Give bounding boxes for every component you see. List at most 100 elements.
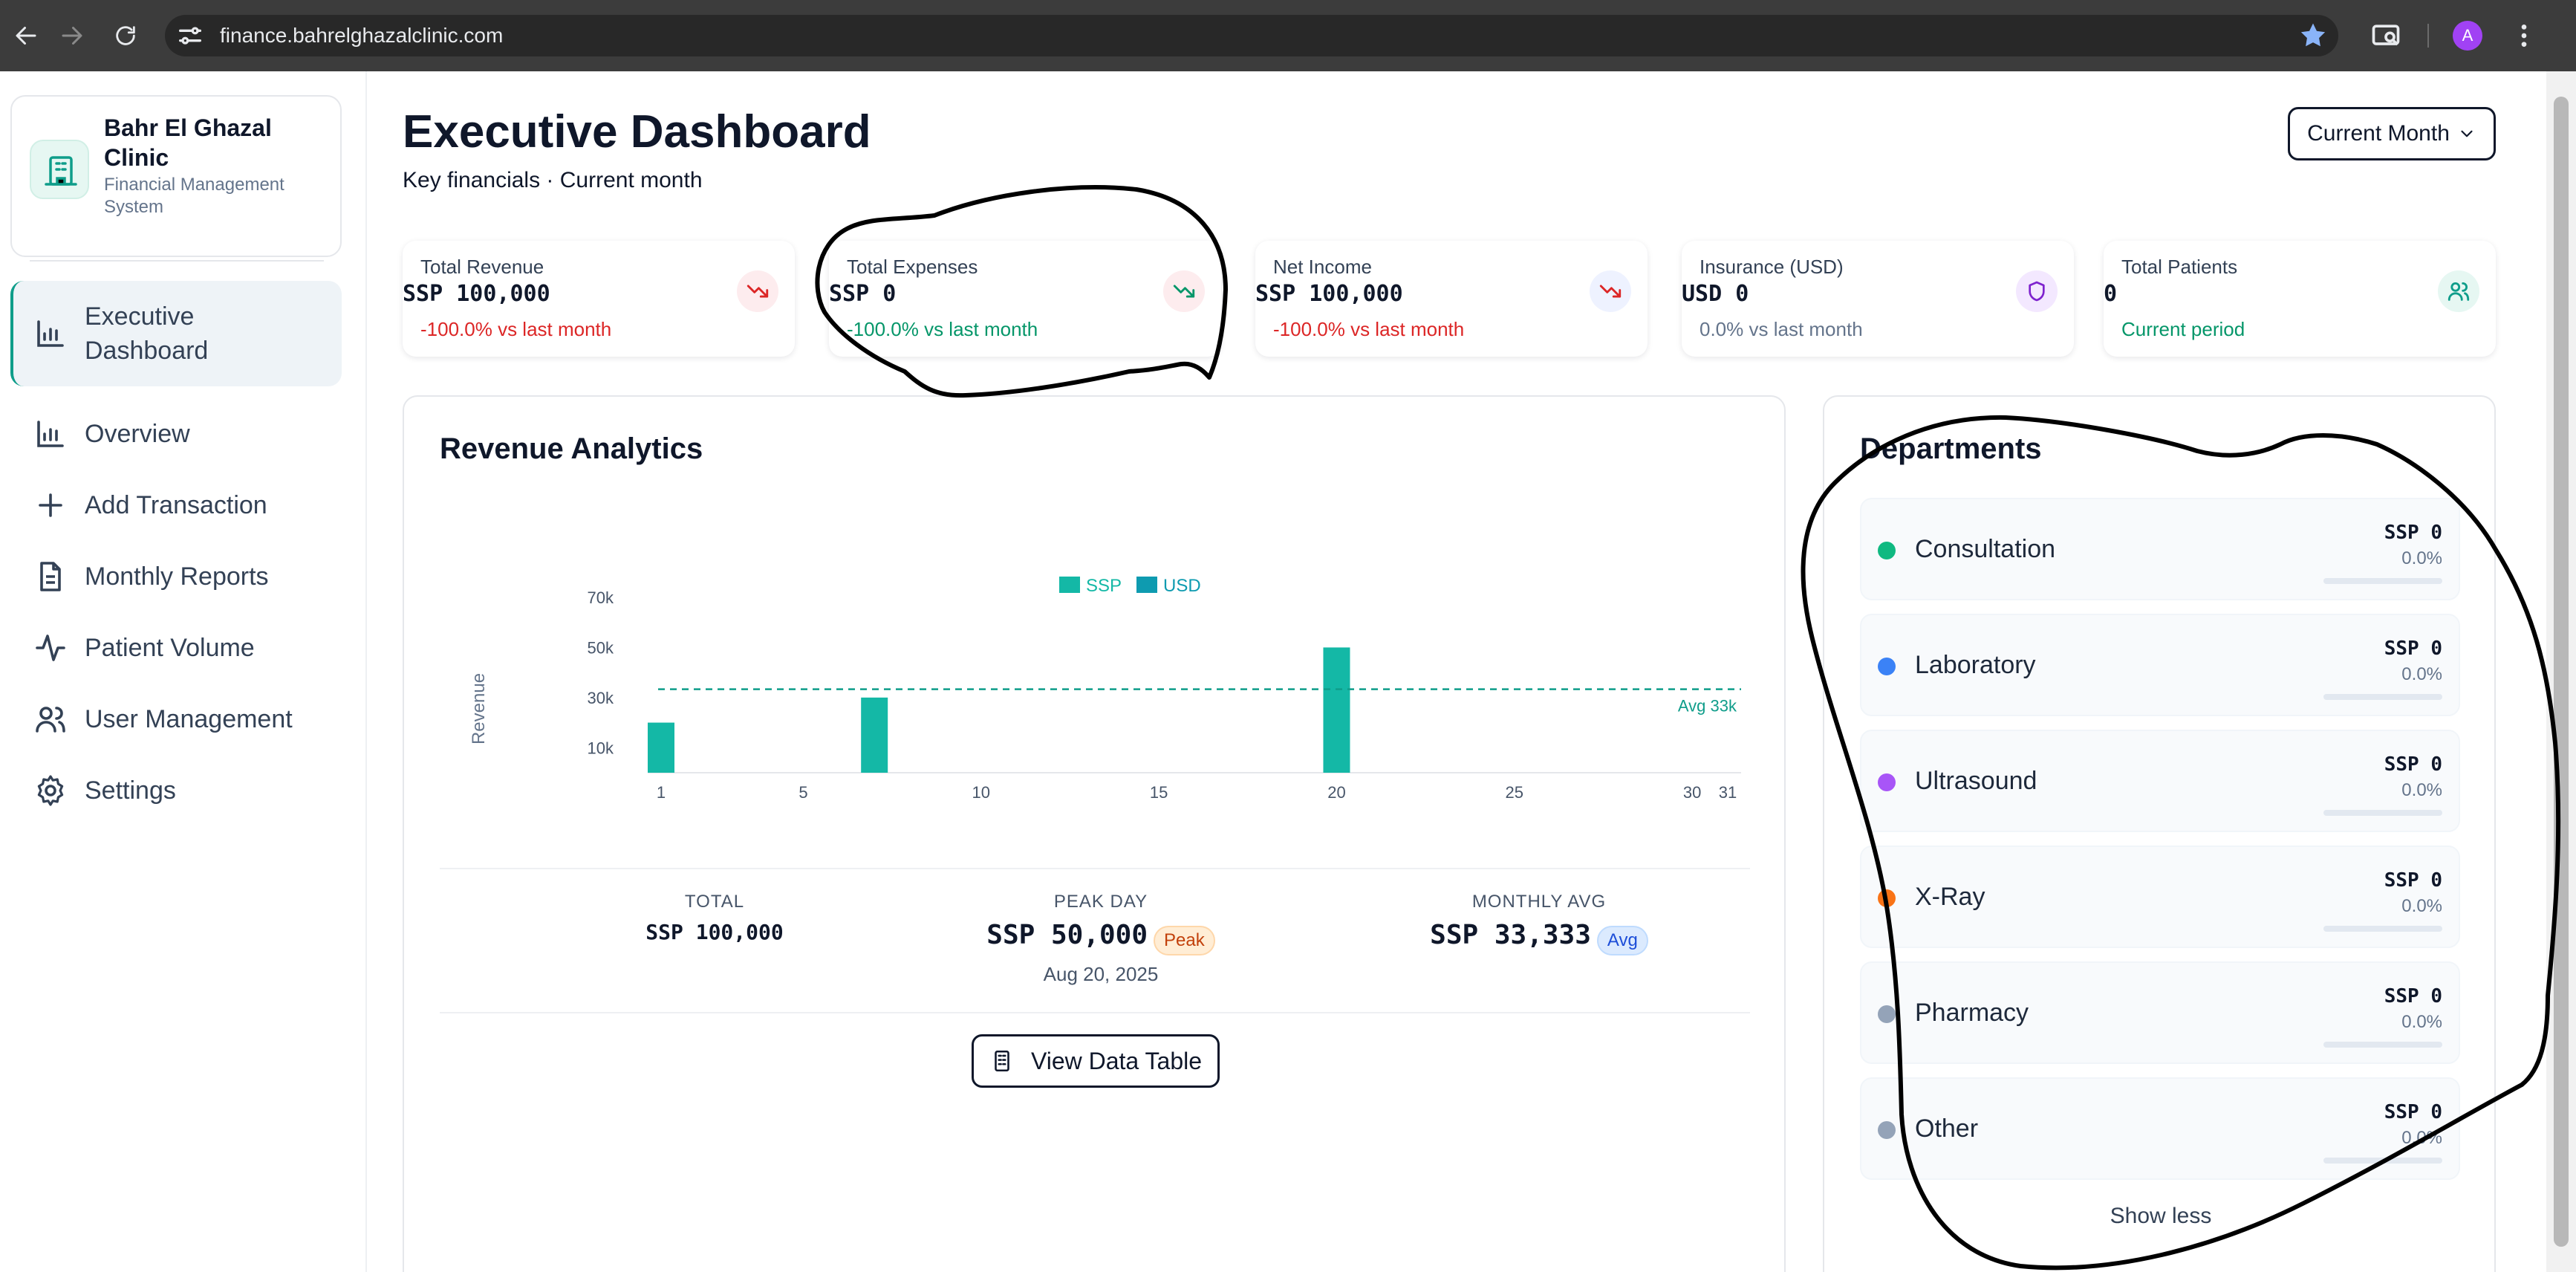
kpi-delta: 0.0% vs last month: [1700, 318, 1863, 340]
kpi-card-net-income: Net Income SSP 100,000 -100.0% vs last m…: [1255, 241, 1648, 357]
kpi-label: Total Revenue: [420, 256, 544, 278]
kpi-delta: -100.0% vs last month: [847, 318, 1038, 340]
sidebar-item-user-management[interactable]: User Management: [10, 689, 342, 749]
period-select-button[interactable]: Current Month: [2288, 107, 2496, 160]
cast-search-icon[interactable]: [2370, 19, 2402, 52]
hospital-icon: [45, 156, 77, 186]
x-axis-ticks: 1 5 10 15 20 25 30 31: [657, 783, 1737, 802]
site-settings-icon[interactable]: [175, 21, 205, 51]
department-row-other[interactable]: Other SSP 0 0.0%: [1860, 1077, 2460, 1180]
bar-ssp-day-7[interactable]: [861, 697, 888, 773]
view-data-table-button[interactable]: View Data Table: [972, 1034, 1220, 1088]
back-button[interactable]: [0, 0, 52, 71]
department-share-bar: [2323, 810, 2442, 816]
x-tick-label: 20: [1327, 783, 1345, 802]
department-percent: 0.0%: [2401, 1128, 2442, 1148]
scrollbar-thumb[interactable]: [2554, 97, 2569, 1247]
brand-divider: [30, 260, 324, 262]
summary-peak-value: SSP 50,000: [986, 920, 1148, 950]
department-value: SSP 0: [2384, 753, 2442, 776]
main-content: Executive Dashboard Key financials · Cur…: [367, 71, 2546, 1272]
sidebar-item-label: User Management: [85, 705, 293, 733]
department-row-laboratory[interactable]: Laboratory SSP 0 0.0%: [1860, 614, 2460, 716]
toolbar-divider: [2427, 24, 2429, 48]
shield-icon: [2016, 270, 2058, 312]
legend-swatch-ssp: [1059, 577, 1080, 593]
brand-logo: [30, 140, 89, 199]
vertical-scrollbar[interactable]: [2546, 71, 2576, 1272]
kpi-card-total-patients: Total Patients 0 Current period: [2104, 241, 2496, 357]
sidebar-item-add-transaction[interactable]: Add Transaction: [10, 476, 342, 535]
department-row-x-ray[interactable]: X-Ray SSP 0 0.0%: [1860, 846, 2460, 948]
y-tick-label: 70k: [588, 588, 614, 607]
reload-button[interactable]: [100, 0, 152, 71]
browser-toolbar: finance.bahrelghazalclinic.com A: [0, 0, 2576, 71]
department-color-dot: [1878, 889, 1896, 907]
department-share-bar: [2323, 694, 2442, 700]
kpi-label: Insurance (USD): [1700, 256, 1844, 278]
department-value: SSP 0: [2384, 522, 2442, 544]
department-row-consultation[interactable]: Consultation SSP 0 0.0%: [1860, 498, 2460, 600]
kebab-menu-icon[interactable]: [2509, 18, 2539, 53]
sidebar-item-settings[interactable]: Settings: [10, 761, 342, 820]
x-tick-label: 10: [972, 783, 990, 802]
avg-badge: Avg: [1596, 925, 1648, 955]
department-name: Laboratory: [1915, 651, 2036, 679]
x-tick-label: 15: [1150, 783, 1168, 802]
bar-ssp-day-1[interactable]: [648, 722, 674, 773]
departments-title: Departments: [1860, 432, 2042, 465]
profile-avatar[interactable]: A: [2453, 21, 2482, 51]
bar-chart-icon: [37, 421, 64, 447]
sidebar-item-label: Patient Volume: [85, 634, 255, 662]
sidebar-item-overview[interactable]: Overview: [10, 404, 342, 464]
bar-ssp-day-20[interactable]: [1323, 647, 1350, 773]
sidebar-item-patient-volume[interactable]: Patient Volume: [10, 618, 342, 678]
show-less-link[interactable]: Show less: [1824, 1204, 2497, 1229]
kpi-value: SSP 100,000: [403, 281, 550, 307]
chevron-down-icon: [2461, 130, 2473, 137]
y-axis-ticks: 10k 30k 50k 70k: [588, 588, 614, 757]
department-row-ultrasound[interactable]: Ultrasound SSP 0 0.0%: [1860, 730, 2460, 832]
department-share-bar: [2323, 1158, 2442, 1164]
sidebar-item-monthly-reports[interactable]: Monthly Reports: [10, 547, 342, 606]
forward-button[interactable]: [46, 0, 98, 71]
sidebar-item-label: Add Transaction: [85, 491, 267, 519]
sidebar-item-label: Executive Dashboard: [85, 302, 209, 365]
department-row-pharmacy[interactable]: Pharmacy SSP 0 0.0%: [1860, 961, 2460, 1064]
kpi-delta: -100.0% vs last month: [1273, 318, 1465, 340]
kpi-label: Total Expenses: [847, 256, 978, 278]
brand-card: Bahr El Ghazal Clinic Financial Manageme…: [10, 95, 342, 262]
x-tick-label: 5: [799, 783, 807, 802]
table-icon: [995, 1050, 1009, 1072]
view-data-table-label: View Data Table: [1030, 1047, 1203, 1074]
gear-icon: [37, 775, 64, 806]
kpi-card-total-revenue: Total Revenue SSP 100,000 -100.0% vs las…: [403, 241, 795, 357]
department-value: SSP 0: [2384, 985, 2442, 1007]
brand-name: Bahr El Ghazal Clinic: [104, 114, 272, 171]
page-title: Executive Dashboard: [403, 106, 871, 158]
summary-avg-value: SSP 33,333: [1430, 920, 1591, 950]
department-percent: 0.0%: [2401, 664, 2442, 684]
department-name: X-Ray: [1915, 883, 1985, 911]
summary-peak-day: PEAK DAY SSP 50,000 Peak Aug 20, 2025: [945, 892, 1257, 986]
reload-icon: [116, 26, 135, 45]
revenue-bar-chart[interactable]: SSP USD Revenue 10k30k50k70k 1 5 10 15 20 25 3…: [434, 508, 1756, 835]
department-value: SSP 0: [2384, 637, 2442, 660]
summary-peak-label: PEAK DAY: [1053, 892, 1148, 912]
chart-legend[interactable]: SSP USD: [1059, 576, 1201, 596]
department-share-bar: [2323, 1042, 2442, 1048]
url-text[interactable]: finance.bahrelghazalclinic.com: [220, 15, 503, 56]
summary-total: TOTAL SSP 100,000: [603, 892, 826, 944]
department-name: Consultation: [1915, 535, 2056, 563]
department-name: Other: [1915, 1114, 1979, 1143]
x-tick-label: 31: [1719, 783, 1737, 802]
bookmark-star-icon[interactable]: [2297, 19, 2329, 52]
kpi-delta: -100.0% vs last month: [420, 318, 612, 340]
revenue-analytics-card: Revenue Analytics SSP USD Revenue 10k 30k…: [403, 395, 1786, 1272]
sidebar-item-executive-dashboard[interactable]: Executive Dashboard: [10, 281, 342, 386]
trending-down-icon: [737, 270, 778, 312]
sidebar-item-label: Settings: [85, 776, 176, 805]
kpi-value: 0: [2104, 281, 2118, 307]
summary-monthly-avg: MONTHLY AVG SSP 33,333 Avg: [1383, 892, 1695, 955]
page-subtitle: Key financials · Current month: [403, 168, 703, 192]
